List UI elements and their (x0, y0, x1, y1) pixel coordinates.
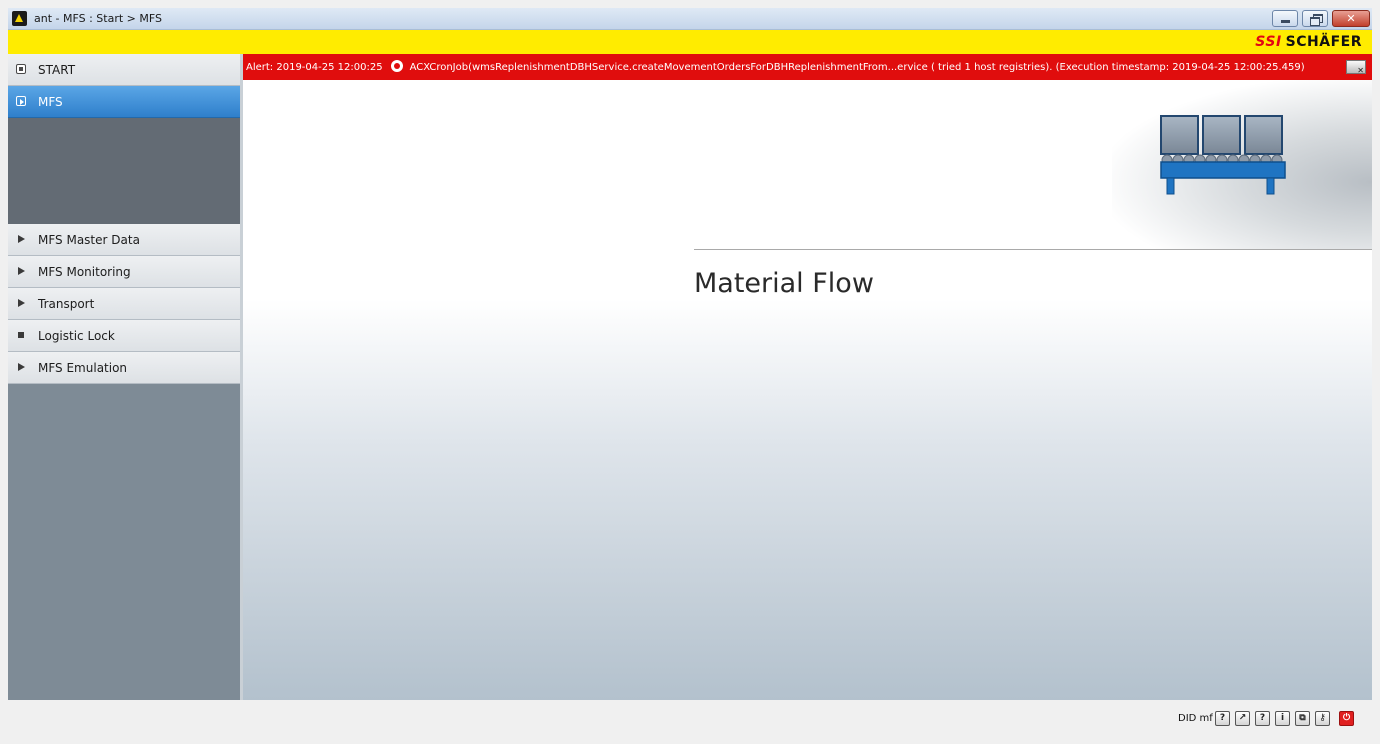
sidebar-expanded-panel (8, 118, 240, 224)
alert-message: ACXCronJob(wmsReplenishmentDBHService.cr… (409, 62, 1305, 73)
sidebar-item-label: MFS Emulation (38, 361, 128, 375)
window-title: ant - MFS : Start > MFS (34, 12, 162, 25)
conveyor-icon (1160, 115, 1286, 195)
current-user-label: DID mf (1178, 713, 1213, 724)
sidebar-item-mfs-master-data[interactable]: MFS Master Data (8, 224, 240, 256)
sidebar-item-start[interactable]: START (8, 54, 240, 86)
alert-text: Alert: 2019-04-25 12:00:25 ACXCronJob(wms… (246, 60, 1305, 73)
alert-close-button[interactable] (1346, 60, 1366, 75)
title-bar[interactable]: ant - MFS : Start > MFS (8, 8, 1372, 30)
sidebar-item-label: START (38, 63, 76, 77)
external-window-icon[interactable]: ↗ (1235, 711, 1250, 726)
minimize-button[interactable] (1272, 10, 1298, 27)
sidebar: START MFS MFS Master Data MFS Monitoring… (8, 54, 240, 700)
triangle-right-icon (16, 362, 26, 372)
info-icon[interactable]: i (1275, 711, 1290, 726)
sidebar-item-label: MFS (38, 95, 63, 109)
brand-logo: SSI SCHÄFER (1255, 34, 1362, 50)
triangle-right-icon (16, 234, 26, 244)
brand-name: SCHÄFER (1285, 34, 1362, 50)
triangle-right-icon (16, 298, 26, 308)
sidebar-item-label: MFS Master Data (38, 233, 140, 247)
app-logo-icon (12, 11, 27, 26)
small-square-icon (16, 330, 26, 340)
restore-button[interactable] (1302, 10, 1328, 27)
context-help-icon[interactable]: ? (1255, 711, 1270, 726)
status-bar: DID mf ? ↗ ? i ⧉ ⚷ ⏻ (8, 700, 1372, 740)
sidebar-item-transport[interactable]: Transport (8, 288, 240, 320)
brand-prefix: SSI (1255, 34, 1282, 50)
alert-bar: Alert: 2019-04-25 12:00:25 ACXCronJob(wms… (243, 54, 1372, 80)
main-content: Alert: 2019-04-25 12:00:25 ACXCronJob(wms… (243, 54, 1372, 700)
square-dot-icon (16, 64, 26, 74)
sidebar-item-logistic-lock[interactable]: Logistic Lock (8, 320, 240, 352)
alert-timestamp: Alert: 2019-04-25 12:00:25 (246, 62, 383, 73)
sidebar-item-label: Logistic Lock (38, 329, 115, 343)
sidebar-item-mfs-monitoring[interactable]: MFS Monitoring (8, 256, 240, 288)
application-window: ant - MFS : Start > MFS SSISCHÄFER START… (0, 0, 1380, 744)
help-icon[interactable]: ? (1215, 711, 1230, 726)
brand-bar: SSI SCHÄFER (8, 30, 1372, 54)
windows-icon[interactable]: ⧉ (1295, 711, 1310, 726)
key-icon[interactable]: ⚷ (1315, 711, 1330, 726)
sidebar-item-mfs[interactable]: MFS (8, 86, 240, 118)
header-divider (694, 249, 1372, 250)
sidebar-item-label: MFS Monitoring (38, 265, 131, 279)
sidebar-item-label: Transport (38, 297, 95, 311)
power-icon[interactable]: ⏻ (1339, 711, 1354, 726)
alert-icon (389, 60, 405, 72)
page-title: Material Flow (694, 268, 874, 299)
triangle-right-icon (16, 266, 26, 276)
play-box-icon (16, 96, 26, 106)
sidebar-item-mfs-emulation[interactable]: MFS Emulation (8, 352, 240, 384)
close-button[interactable] (1332, 10, 1370, 27)
